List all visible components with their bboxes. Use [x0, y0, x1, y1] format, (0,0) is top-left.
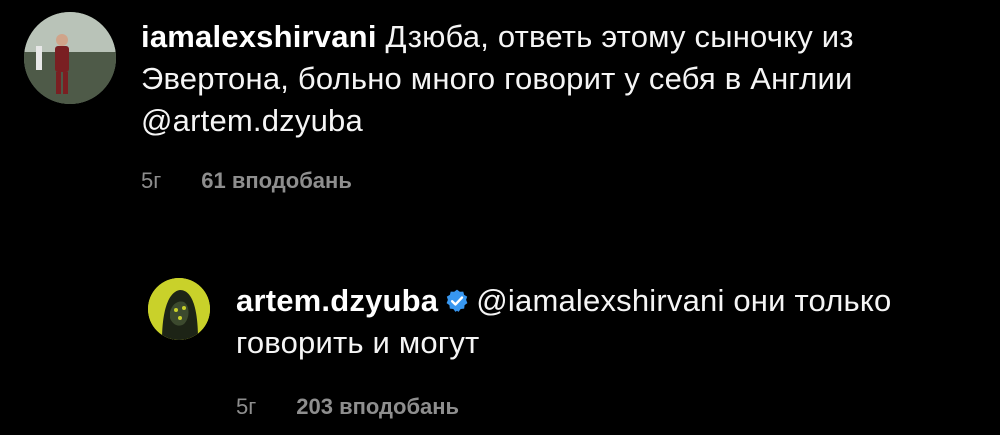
- comment-time: 5г: [141, 168, 162, 193]
- avatar[interactable]: [24, 12, 116, 104]
- avatar[interactable]: [148, 278, 210, 340]
- comment-body: artem.dzyuba @iamalexshirvani они только…: [236, 280, 976, 420]
- comment-username[interactable]: artem.dzyuba: [236, 283, 438, 318]
- comment-meta: 5г 203 вподобань: [236, 394, 976, 420]
- comment-username[interactable]: iamalexshirvani: [141, 19, 377, 54]
- verified-badge-icon: [446, 289, 468, 312]
- comment-meta: 5г 61 вподобань: [141, 168, 971, 194]
- comment-likes[interactable]: 61 вподобань: [201, 168, 352, 194]
- comment-body: iamalexshirvani Дзюба, ответь этому сыно…: [141, 16, 971, 194]
- user-photo-icon: [24, 12, 116, 104]
- comment-time: 5г: [236, 394, 257, 419]
- comment-likes[interactable]: 203 вподобань: [296, 394, 459, 420]
- user-photo-icon: [148, 278, 210, 340]
- comment-text-block: iamalexshirvani Дзюба, ответь этому сыно…: [141, 16, 971, 142]
- comment-text-block: artem.dzyuba @iamalexshirvani они только…: [236, 280, 976, 364]
